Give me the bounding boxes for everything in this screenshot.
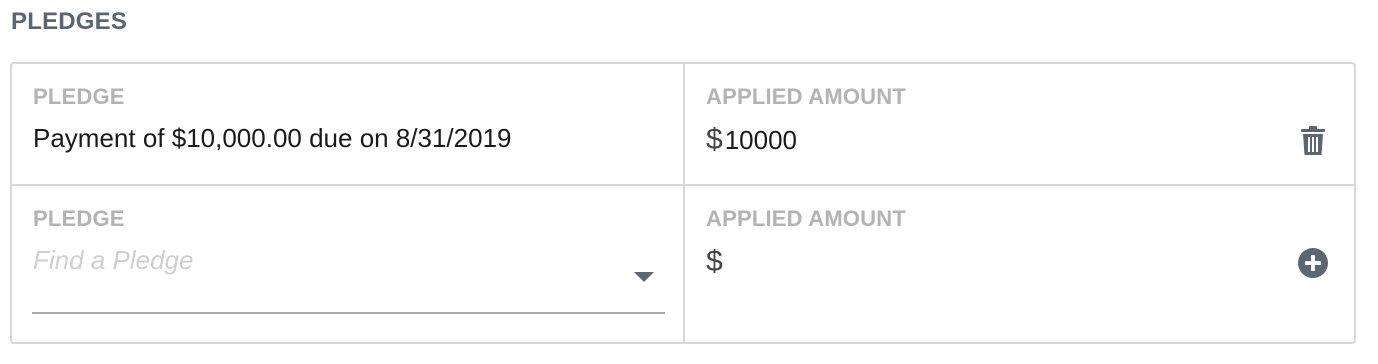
applied-amount-cell: APPLIED AMOUNT $: [685, 186, 1354, 342]
currency-symbol: $: [706, 123, 723, 156]
pledge-row: PLEDGE Payment of $10,000.00 due on 8/31…: [12, 64, 1354, 186]
pledge-cell: PLEDGE Payment of $10,000.00 due on 8/31…: [12, 64, 685, 184]
section-title: PLEDGES: [11, 8, 128, 35]
select-underline: [32, 312, 665, 314]
pledge-label: PLEDGE: [33, 206, 125, 231]
applied-amount-value[interactable]: 10000: [725, 125, 797, 156]
applied-amount-label: APPLIED AMOUNT: [706, 84, 906, 109]
pledge-label: PLEDGE: [33, 84, 125, 109]
applied-amount-field[interactable]: $: [706, 245, 725, 279]
applied-amount-cell: APPLIED AMOUNT $ 10000: [685, 64, 1354, 184]
applied-amount-label: APPLIED AMOUNT: [706, 206, 906, 231]
find-pledge-input[interactable]: Find a Pledge: [33, 245, 193, 276]
currency-symbol: $: [706, 245, 723, 278]
plus-circle-icon[interactable]: [1298, 248, 1328, 278]
chevron-down-icon[interactable]: [634, 272, 654, 282]
pledge-cell: PLEDGE Find a Pledge: [12, 186, 685, 342]
trash-icon[interactable]: [1298, 126, 1328, 156]
pledge-value[interactable]: Payment of $10,000.00 due on 8/31/2019: [33, 123, 512, 154]
pledge-row: PLEDGE Find a Pledge APPLIED AMOUNT $: [12, 186, 1354, 342]
pledges-card: PLEDGE Payment of $10,000.00 due on 8/31…: [10, 62, 1356, 344]
applied-amount-field[interactable]: $ 10000: [706, 123, 797, 157]
